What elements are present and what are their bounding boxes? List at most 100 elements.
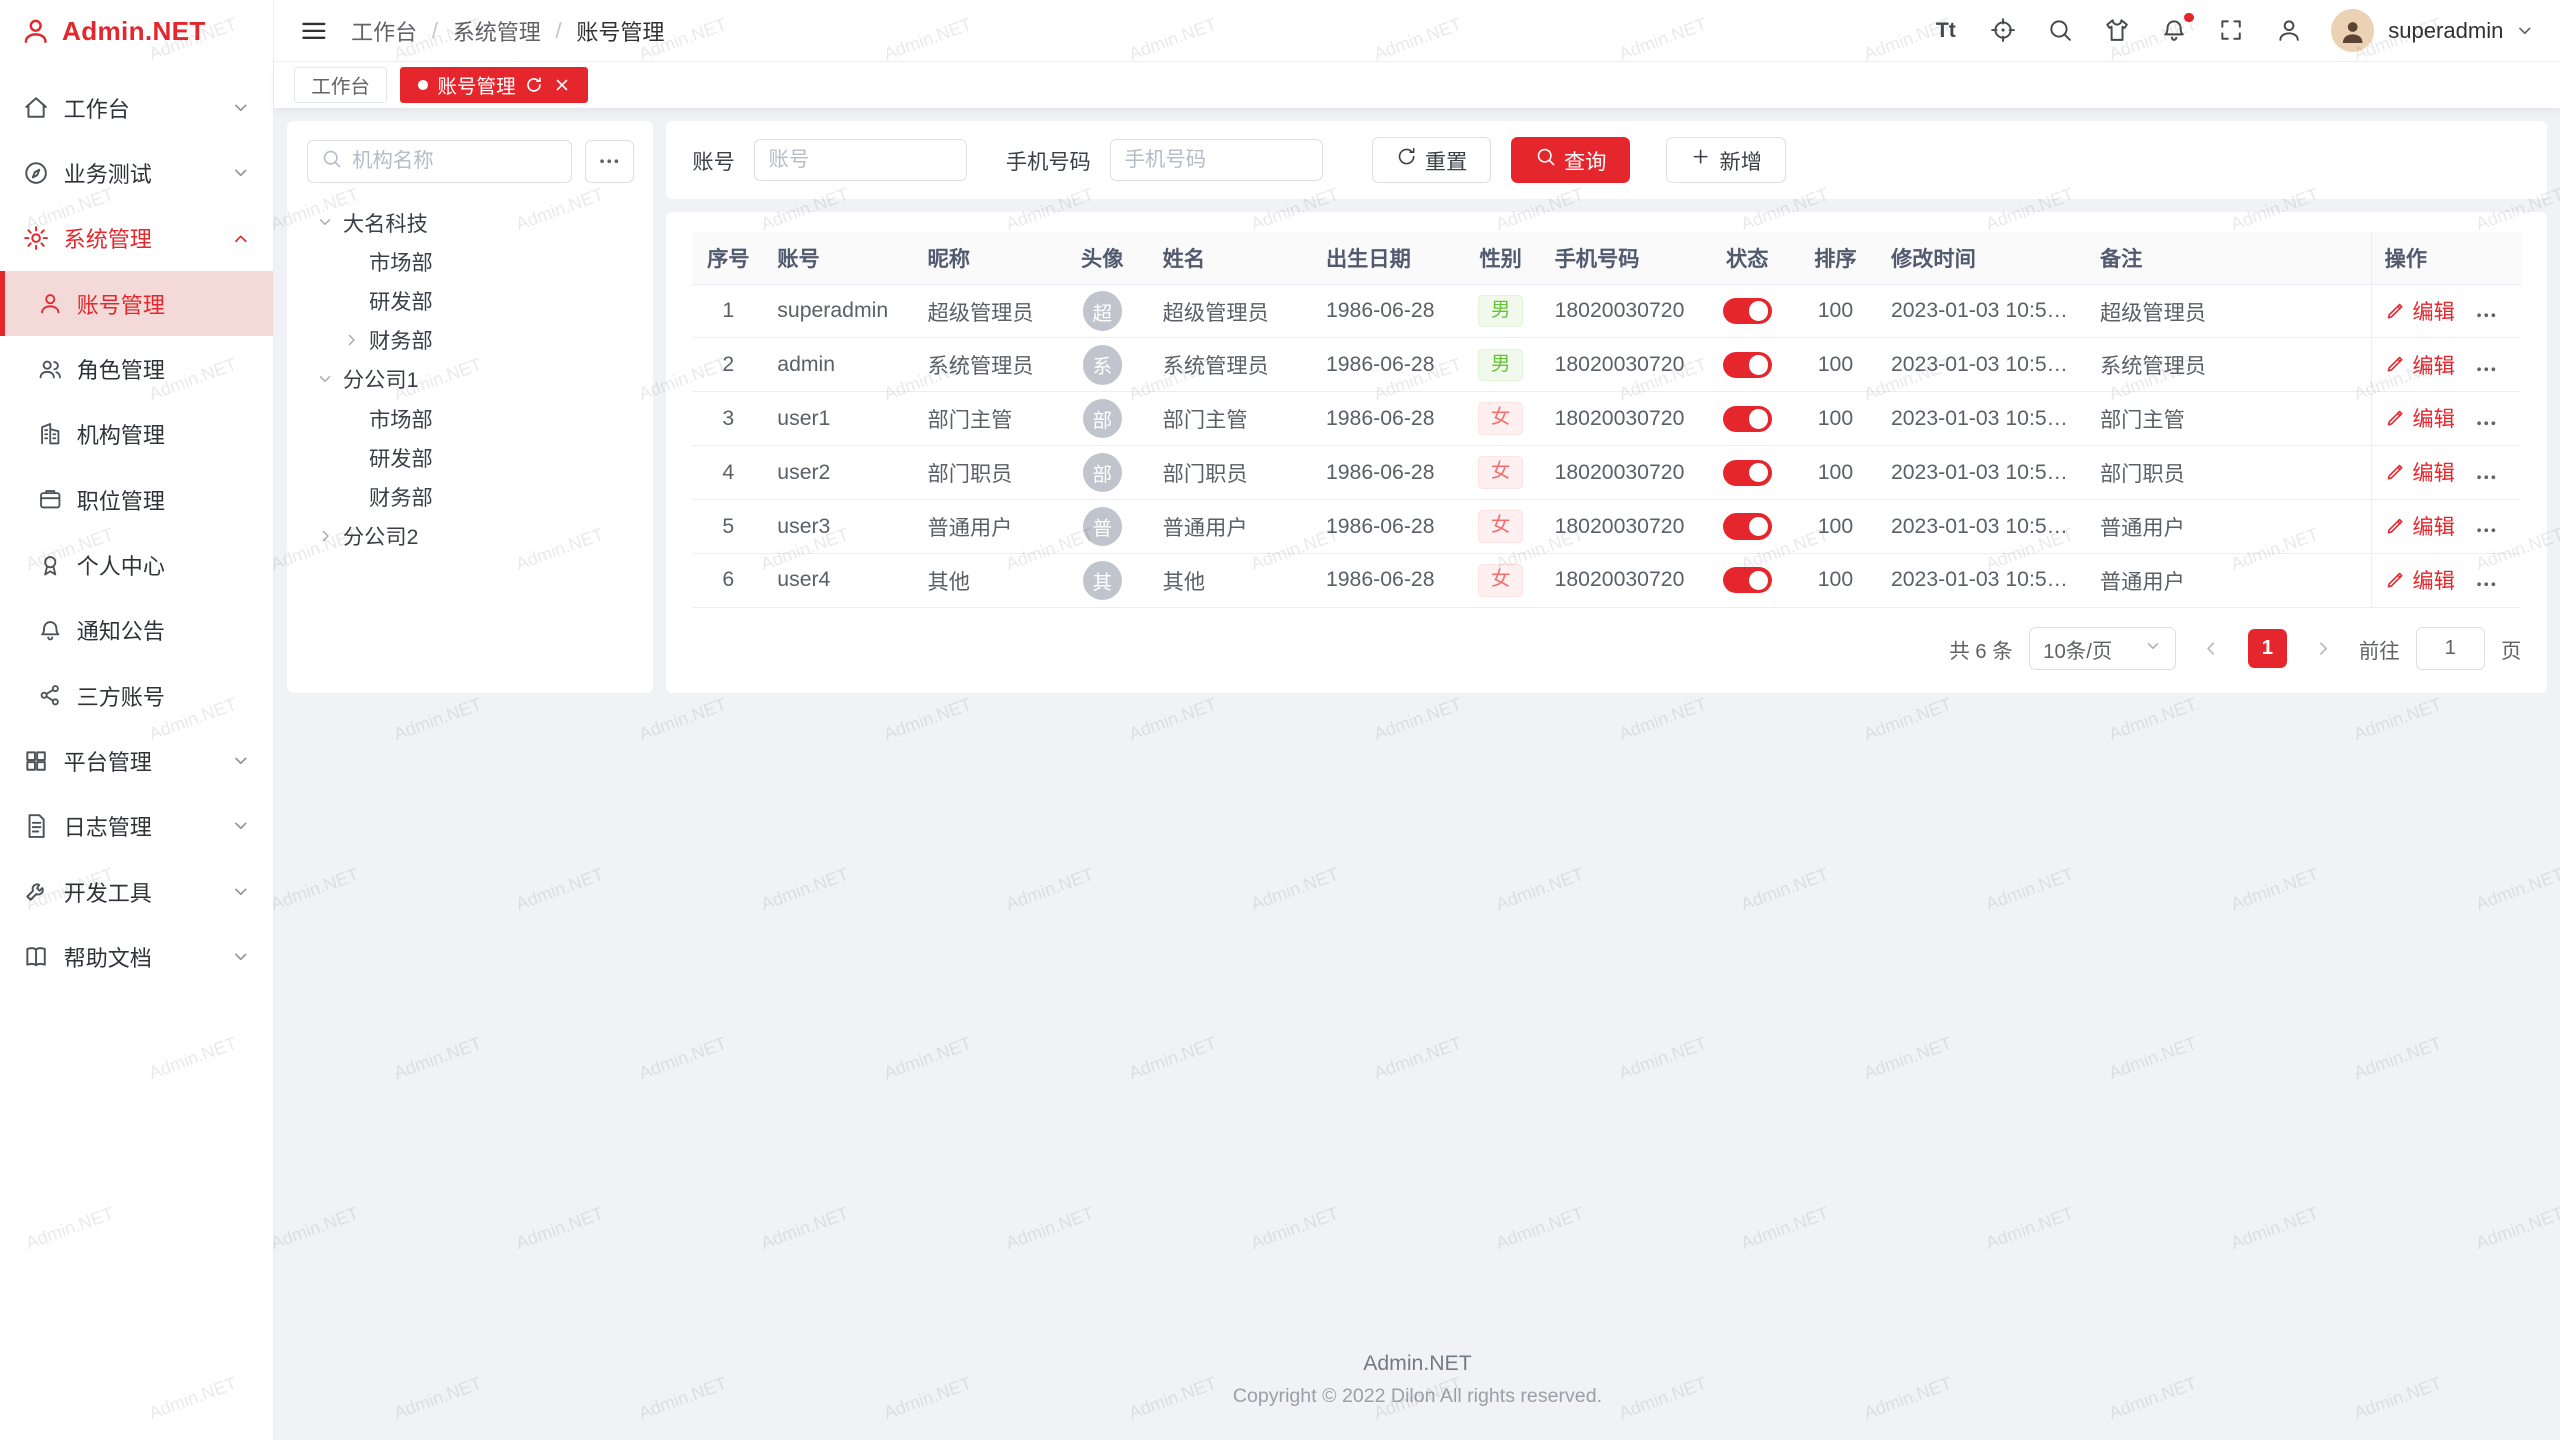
notification-icon[interactable]	[2160, 17, 2189, 43]
sidebar-item-platform-management[interactable]: 平台管理	[0, 728, 273, 793]
locate-icon[interactable]	[1988, 17, 2017, 43]
sidebar-item-business-test[interactable]: 业务测试	[0, 140, 273, 205]
cell-modified: 2023-01-03 10:59:44	[1878, 284, 2087, 338]
cell-remark: 部门职员	[2087, 446, 2371, 500]
sidebar-item-personal-center[interactable]: 个人中心	[0, 532, 273, 597]
tree-node[interactable]: 分公司1	[307, 359, 634, 398]
goto-label: 前往	[2359, 634, 2400, 664]
sidebar-item-label: 开发工具	[64, 876, 217, 908]
tab-workbench[interactable]: 工作台	[294, 67, 387, 103]
org-search-input[interactable]	[352, 150, 557, 173]
chevron-down-icon	[231, 98, 251, 118]
cell-modified: 2023-01-03 10:59:44	[1878, 500, 2087, 554]
edit-button[interactable]: 编辑	[2385, 349, 2455, 380]
row-more-button[interactable]	[2474, 572, 2498, 596]
edit-button[interactable]: 编辑	[2385, 456, 2455, 487]
status-toggle[interactable]	[1723, 406, 1772, 432]
tree-node[interactable]: 市场部	[307, 242, 634, 281]
sidebar-item-org-management[interactable]: 机构管理	[0, 402, 273, 467]
font-size-icon[interactable]: Tt	[1931, 19, 1960, 43]
edit-button[interactable]: 编辑	[2385, 510, 2455, 541]
page-number-active[interactable]: 1	[2248, 629, 2287, 668]
edit-button[interactable]: 编辑	[2385, 564, 2455, 595]
sidebar-item-third-party-account[interactable]: 三方账号	[0, 663, 273, 728]
column-header-account: 账号	[764, 232, 914, 284]
next-page-button[interactable]	[2303, 629, 2342, 668]
status-toggle[interactable]	[1723, 352, 1772, 378]
row-more-button[interactable]	[2474, 357, 2498, 381]
row-avatar: 普	[1083, 507, 1122, 546]
sidebar-item-dev-tools[interactable]: 开发工具	[0, 859, 273, 924]
tree-node[interactable]: 市场部	[307, 398, 634, 437]
username[interactable]: superadmin	[2388, 18, 2503, 44]
table-row: 6user4其他其其他1986-06-28女180200307201002023…	[692, 553, 2521, 607]
phone-input[interactable]	[1124, 149, 1308, 172]
search-icon[interactable]	[2045, 17, 2074, 43]
caret-down-icon[interactable]	[314, 370, 337, 388]
status-toggle[interactable]	[1723, 460, 1772, 486]
tree-more-button[interactable]	[585, 140, 634, 182]
search-button[interactable]: 查询	[1511, 137, 1631, 183]
phone-field[interactable]	[1110, 139, 1322, 181]
sidebar-item-notice-announcement[interactable]: 通知公告	[0, 598, 273, 663]
page-unit-label: 页	[2501, 634, 2521, 664]
tab-refresh-icon[interactable]	[525, 76, 543, 94]
account-field[interactable]	[754, 139, 966, 181]
search-icon	[1535, 146, 1556, 173]
tab-close-icon[interactable]	[553, 76, 571, 94]
chevron-down-icon[interactable]	[2515, 21, 2535, 41]
tree-node[interactable]: 研发部	[307, 281, 634, 320]
sidebar-item-log-management[interactable]: 日志管理	[0, 794, 273, 859]
breadcrumb-item[interactable]: 系统管理	[453, 15, 541, 47]
tree-node[interactable]: 财务部	[307, 320, 634, 359]
add-button[interactable]: 新增	[1666, 137, 1786, 183]
fullscreen-icon[interactable]	[2217, 17, 2246, 43]
table-row: 1superadmin超级管理员超超级管理员1986-06-28男1802003…	[692, 284, 2521, 338]
edit-button[interactable]: 编辑	[2385, 295, 2455, 326]
sidebar-item-position-management[interactable]: 职位管理	[0, 467, 273, 532]
book-icon	[23, 944, 49, 970]
theme-icon[interactable]	[2103, 17, 2132, 43]
org-search-field[interactable]	[307, 140, 572, 182]
breadcrumb: 工作台 / 系统管理 / 账号管理	[351, 15, 664, 47]
tab-account-management[interactable]: 账号管理	[400, 67, 588, 103]
caret-right-icon[interactable]	[340, 331, 363, 349]
sidebar-item-system-management[interactable]: 系统管理	[0, 206, 273, 271]
sidebar-item-role-management[interactable]: 角色管理	[0, 336, 273, 401]
sidebar-item-help-docs[interactable]: 帮助文档	[0, 924, 273, 989]
breadcrumb-item[interactable]: 工作台	[351, 15, 417, 47]
column-header-actions: 操作	[2371, 232, 2521, 284]
tree-node[interactable]: 研发部	[307, 438, 634, 477]
prev-page-button[interactable]	[2192, 629, 2231, 668]
cell-account: admin	[764, 338, 914, 392]
cell-order: 100	[1793, 338, 1878, 392]
row-more-button[interactable]	[2474, 411, 2498, 435]
content-row: 大名科技市场部研发部财务部分公司1市场部研发部财务部分公司2 账号 手机号码	[287, 121, 2547, 693]
edit-button[interactable]: 编辑	[2385, 402, 2455, 433]
footer: Admin.NET Copyright © 2022 Dilon All rig…	[287, 1336, 2547, 1427]
account-input[interactable]	[768, 149, 952, 172]
menu-collapse-icon[interactable]	[300, 17, 328, 45]
breadcrumb-item-current: 账号管理	[576, 15, 664, 47]
sidebar-item-workbench[interactable]: 工作台	[0, 75, 273, 140]
status-toggle[interactable]	[1723, 513, 1772, 539]
sidebar-item-account-management[interactable]: 账号管理	[0, 271, 273, 336]
tree-node[interactable]: 大名科技	[307, 202, 634, 241]
row-more-button[interactable]	[2474, 303, 2498, 327]
status-toggle[interactable]	[1723, 567, 1772, 593]
page-size-select[interactable]: 10条/页	[2029, 627, 2176, 669]
tree-node[interactable]: 财务部	[307, 477, 634, 516]
cell-name: 系统管理员	[1150, 338, 1313, 392]
row-more-button[interactable]	[2474, 465, 2498, 489]
user-setting-icon[interactable]	[2274, 17, 2303, 43]
row-more-button[interactable]	[2474, 518, 2498, 542]
status-toggle[interactable]	[1723, 298, 1772, 324]
footer-copyright: Copyright © 2022 Dilon All rights reserv…	[287, 1385, 2547, 1408]
avatar[interactable]	[2331, 9, 2373, 51]
reset-button[interactable]: 重置	[1372, 137, 1492, 183]
caret-down-icon[interactable]	[314, 213, 337, 231]
sidebar-item-label: 角色管理	[77, 353, 251, 385]
caret-right-icon[interactable]	[314, 527, 337, 545]
tree-node[interactable]: 分公司2	[307, 516, 634, 555]
goto-page-input[interactable]	[2416, 627, 2485, 669]
